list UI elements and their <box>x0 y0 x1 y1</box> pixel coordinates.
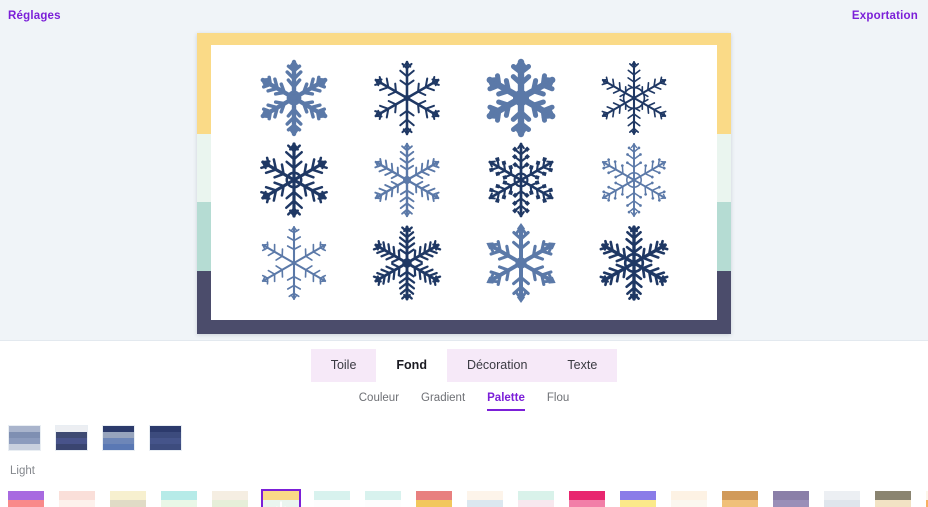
palette-12-color-2 <box>569 500 605 507</box>
snowflake-3[interactable] <box>481 58 561 138</box>
palette-11[interactable] <box>516 489 556 507</box>
snowflake-7[interactable] <box>481 140 561 220</box>
preview-thumbnail-row <box>0 411 928 451</box>
main-tab-bar: Toile Fond Décoration Texte <box>0 349 928 382</box>
snowflake-2[interactable] <box>367 58 447 138</box>
snowflake-11[interactable] <box>481 222 561 303</box>
palette-15[interactable] <box>720 489 760 507</box>
snowflake-8[interactable] <box>594 140 674 220</box>
preview-1-band-4 <box>9 444 40 450</box>
editor-panel: Toile Fond Décoration Texte Couleur Gradient… <box>0 341 928 507</box>
palette-18[interactable] <box>873 489 913 507</box>
canvas-stage: Réglages Exportation <box>0 0 928 341</box>
palette-6-color-2 <box>263 500 299 507</box>
tab-fond[interactable]: Fond <box>376 349 447 382</box>
preview-2-band-4 <box>56 444 87 450</box>
palette-13[interactable] <box>618 489 658 507</box>
tab-texte[interactable]: Texte <box>547 349 618 382</box>
palette-16-color-2 <box>773 500 809 507</box>
palette-7-color-1 <box>314 491 350 500</box>
palette-10-color-1 <box>467 491 503 500</box>
palette-18-color-1 <box>875 491 911 500</box>
palette-17[interactable] <box>822 489 862 507</box>
snowflake-grid <box>211 45 717 320</box>
palette-4[interactable] <box>159 489 199 507</box>
palette-18-color-2 <box>875 500 911 507</box>
tab-dcoration[interactable]: Décoration <box>446 349 548 382</box>
palette-13-color-2 <box>620 500 656 507</box>
palette-swatch-strip[interactable] <box>0 477 928 507</box>
palette-1-color-2 <box>8 500 44 507</box>
palette-16-color-1 <box>773 491 809 500</box>
preview-4-band-4 <box>150 444 181 450</box>
palette-7-color-2 <box>314 500 350 507</box>
palette-1-color-1 <box>8 491 44 500</box>
palette-14[interactable] <box>669 489 709 507</box>
preview-3[interactable] <box>102 425 135 451</box>
preview-3-band-4 <box>103 444 134 450</box>
palette-11-color-1 <box>518 491 554 500</box>
palette-12-color-1 <box>569 491 605 500</box>
palette-9-color-2 <box>416 500 452 507</box>
palette-19[interactable] <box>924 489 928 507</box>
palette-4-color-2 <box>161 500 197 507</box>
subtab-palette[interactable]: Palette <box>487 392 525 411</box>
palette-9-color-1 <box>416 491 452 500</box>
snowflake-9[interactable] <box>254 223 334 303</box>
subtab-flou[interactable]: Flou <box>547 392 569 411</box>
palette-11-color-2 <box>518 500 554 507</box>
palette-1[interactable] <box>6 489 46 507</box>
app-root: Réglages Exportation Toile Fond Décoration… <box>0 0 928 507</box>
subtab-couleur[interactable]: Couleur <box>359 392 399 411</box>
palette-14-color-2 <box>671 500 707 507</box>
palette-3[interactable] <box>108 489 148 507</box>
palette-17-color-1 <box>824 491 860 500</box>
canvas-artboard <box>211 45 717 320</box>
main-tab-list: Toile Fond Décoration Texte <box>310 349 618 382</box>
preview-1[interactable] <box>8 425 41 451</box>
export-link[interactable]: Exportation <box>852 10 918 22</box>
sub-tab-bar: Couleur Gradient Palette Flou <box>0 392 928 411</box>
palette-12[interactable] <box>567 489 607 507</box>
settings-link[interactable]: Réglages <box>8 10 61 22</box>
snowflake-12[interactable] <box>594 223 674 303</box>
palette-10-color-2 <box>467 500 503 507</box>
palette-2[interactable] <box>57 489 97 507</box>
palette-3-color-2 <box>110 500 146 507</box>
preview-4[interactable] <box>149 425 182 451</box>
palette-14-color-1 <box>671 491 707 500</box>
design-canvas[interactable] <box>197 33 731 334</box>
palette-10[interactable] <box>465 489 505 507</box>
palette-4-color-1 <box>161 491 197 500</box>
palette-6-color-1 <box>263 491 299 500</box>
palette-3-color-1 <box>110 491 146 500</box>
palette-16[interactable] <box>771 489 811 507</box>
palette-5-color-1 <box>212 491 248 500</box>
palette-15-color-2 <box>722 500 758 507</box>
palette-13-color-1 <box>620 491 656 500</box>
palette-8[interactable] <box>363 489 403 507</box>
snowflake-4[interactable] <box>594 58 674 138</box>
snowflake-1[interactable] <box>254 58 334 138</box>
palette-6[interactable] <box>261 489 301 507</box>
tab-toile[interactable]: Toile <box>310 349 377 382</box>
palette-2-color-1 <box>59 491 95 500</box>
palette-2-color-2 <box>59 500 95 507</box>
palette-17-color-2 <box>824 500 860 507</box>
palette-9[interactable] <box>414 489 454 507</box>
snowflake-5[interactable] <box>254 140 334 220</box>
palette-8-color-2 <box>365 500 401 507</box>
palette-5-color-2 <box>212 500 248 507</box>
palette-group-label: Light <box>10 465 35 477</box>
palette-15-color-1 <box>722 491 758 500</box>
snowflake-10[interactable] <box>367 223 447 303</box>
snowflake-6[interactable] <box>367 140 447 220</box>
palette-5[interactable] <box>210 489 250 507</box>
subtab-gradient[interactable]: Gradient <box>421 392 465 411</box>
preview-2[interactable] <box>55 425 88 451</box>
palette-8-color-1 <box>365 491 401 500</box>
palette-7[interactable] <box>312 489 352 507</box>
